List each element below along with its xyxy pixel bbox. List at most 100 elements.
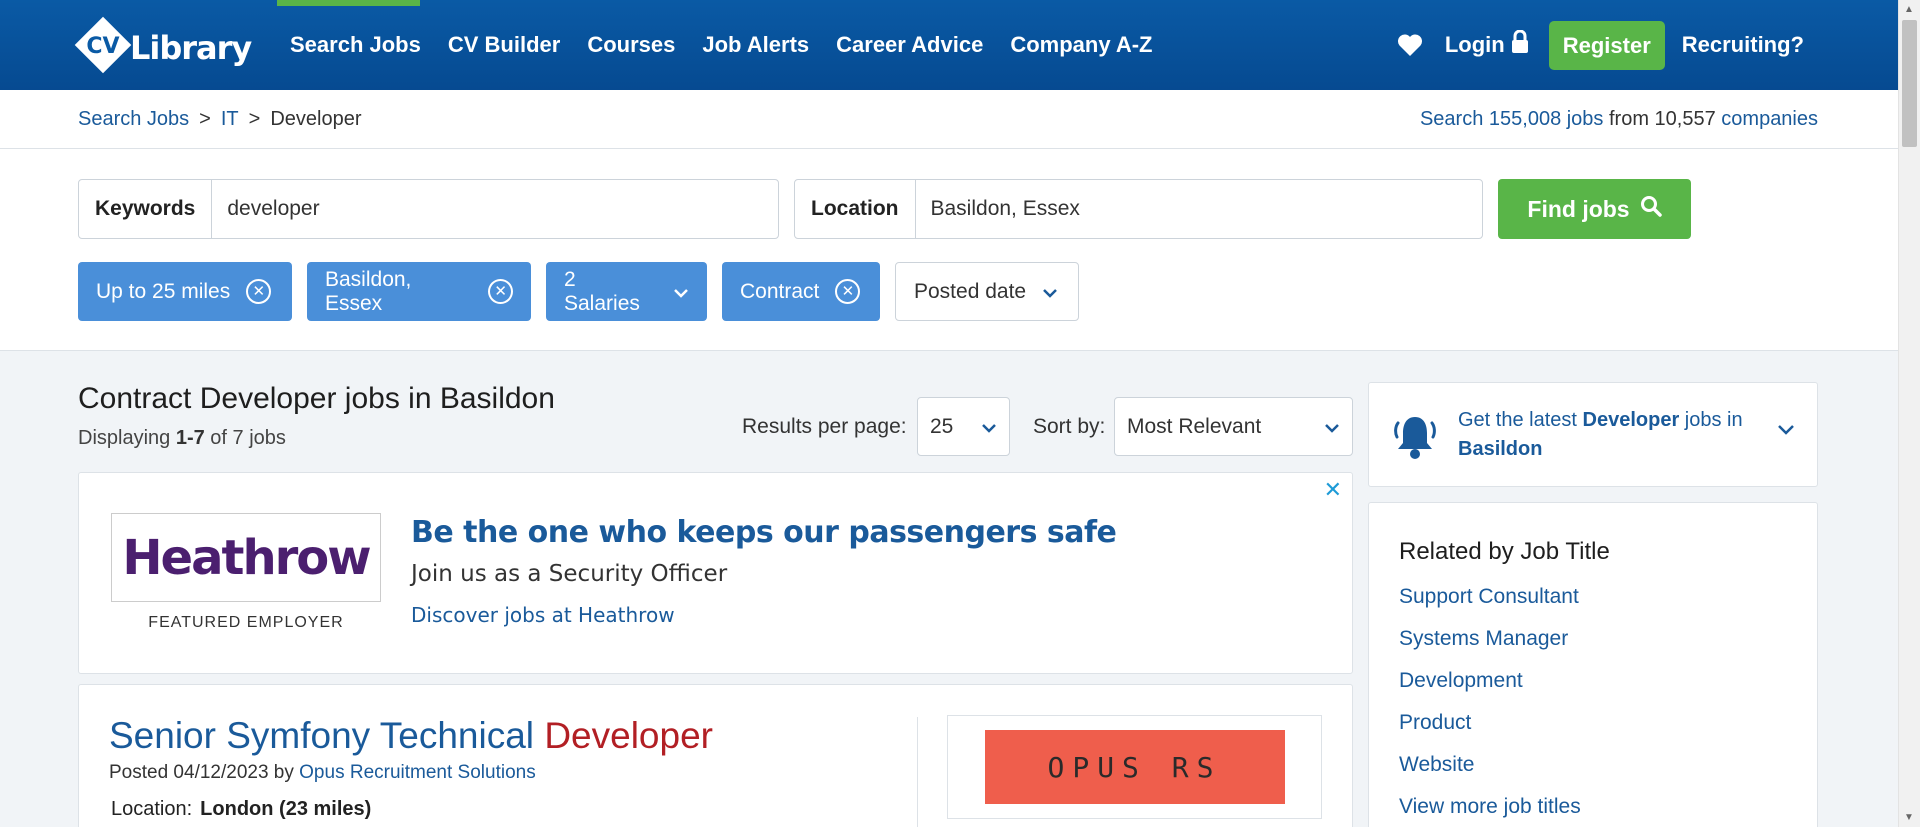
job-location: Location: London (23 miles) bbox=[111, 798, 371, 821]
nav-search-jobs[interactable]: Search Jobs bbox=[290, 32, 421, 58]
filter-chip-distance[interactable]: Up to 25 miles ✕ bbox=[78, 262, 292, 321]
employer-logo[interactable]: OPUS RS bbox=[947, 715, 1322, 819]
results-count: Displaying 1-7 of 7 jobs bbox=[78, 427, 286, 450]
related-item-support-consultant[interactable]: Support Consultant bbox=[1399, 581, 1581, 623]
nav-courses[interactable]: Courses bbox=[587, 32, 675, 58]
top-navigation-bar: CV Library Search Jobs CV Builder Course… bbox=[0, 0, 1898, 90]
keywords-field: Keywords bbox=[78, 179, 779, 239]
nav-company-a-z[interactable]: Company A-Z bbox=[1010, 32, 1152, 58]
nav-cv-builder[interactable]: CV Builder bbox=[448, 32, 560, 58]
account-nav: Login Register Recruiting? bbox=[1397, 0, 1804, 90]
related-item-view-more[interactable]: View more job titles bbox=[1399, 791, 1581, 827]
location-input[interactable] bbox=[915, 180, 1482, 238]
breadcrumb-separator: > bbox=[199, 108, 211, 130]
heathrow-logo[interactable]: Heathrow bbox=[111, 513, 381, 602]
card-divider bbox=[917, 717, 918, 827]
filter-chip-label: Up to 25 miles bbox=[96, 279, 231, 303]
location-label: Location bbox=[795, 180, 916, 238]
saved-jobs-heart-icon[interactable] bbox=[1397, 33, 1423, 57]
alert-role: Developer bbox=[1582, 409, 1680, 431]
related-item-website[interactable]: Website bbox=[1399, 749, 1581, 791]
close-ad-icon[interactable]: ✕ bbox=[1324, 477, 1342, 503]
job-card: Senior Symfony Technical Developer Poste… bbox=[78, 684, 1353, 827]
stats-jobs-link[interactable]: 155,008 jobs bbox=[1489, 108, 1604, 131]
recruiting-link[interactable]: Recruiting? bbox=[1682, 32, 1804, 58]
results-per-page-select[interactable]: 25 bbox=[917, 397, 1010, 456]
keywords-input[interactable] bbox=[212, 180, 778, 238]
alert-pre: Get the latest bbox=[1458, 409, 1583, 431]
results-per-page-value: 25 bbox=[930, 414, 954, 438]
count-range: 1-7 bbox=[175, 427, 205, 449]
job-company-link[interactable]: Opus Recruitment Solutions bbox=[299, 762, 536, 783]
login-link[interactable]: Login bbox=[1444, 29, 1529, 60]
opus-logo-text: OPUS RS bbox=[984, 730, 1285, 804]
job-title-link[interactable]: Senior Symfony Technical Developer bbox=[109, 715, 713, 757]
filter-chip-posted-date[interactable]: Posted date bbox=[895, 262, 1079, 321]
stats-companies-link[interactable]: companies bbox=[1721, 108, 1818, 131]
posted-prefix: Posted 04/12/2023 by bbox=[109, 762, 300, 783]
related-list: Support Consultant Systems Manager Devel… bbox=[1399, 581, 1581, 827]
register-button[interactable]: Register bbox=[1548, 20, 1665, 70]
featured-employer-label: FEATURED EMPLOYER bbox=[148, 614, 344, 631]
count-suffix: of 7 jobs bbox=[204, 427, 286, 449]
filter-chip-contract[interactable]: Contract ✕ bbox=[722, 262, 880, 321]
page-scrollbar[interactable]: ▲ ▼ bbox=[1898, 0, 1920, 827]
filter-chip-salaries[interactable]: 2 Salaries bbox=[546, 262, 707, 321]
chevron-down-icon bbox=[1324, 415, 1340, 439]
find-jobs-label: Find jobs bbox=[1527, 195, 1630, 222]
search-icon bbox=[1640, 195, 1662, 223]
filter-chip-label: Posted date bbox=[914, 279, 1027, 303]
scrollbar-thumb[interactable] bbox=[1902, 20, 1917, 147]
breadcrumb-search-jobs[interactable]: Search Jobs bbox=[78, 108, 189, 131]
remove-filter-icon[interactable]: ✕ bbox=[835, 279, 861, 304]
alert-mid: jobs in bbox=[1679, 409, 1743, 431]
featured-employer-ad[interactable]: ✕ Heathrow FEATURED EMPLOYER Be the one … bbox=[78, 472, 1353, 674]
breadcrumb: Search Jobs > IT > Developer bbox=[78, 90, 362, 149]
chevron-down-icon[interactable] bbox=[1777, 423, 1795, 441]
breadcrumb-it[interactable]: IT bbox=[221, 108, 239, 131]
ad-discover-link[interactable]: Discover jobs at Heathrow bbox=[411, 603, 675, 627]
svg-text:CV: CV bbox=[86, 34, 119, 59]
remove-filter-icon[interactable]: ✕ bbox=[246, 279, 272, 304]
sort-by-value: Most Relevant bbox=[1127, 414, 1262, 438]
breadcrumb-separator: > bbox=[248, 108, 261, 130]
job-location-value: London (23 miles) bbox=[200, 798, 372, 820]
scroll-up-arrow-icon[interactable]: ▲ bbox=[1904, 4, 1914, 15]
job-posted-info: Posted 04/12/2023 by Opus Recruitment So… bbox=[109, 762, 536, 784]
chevron-down-icon bbox=[1042, 280, 1058, 304]
filter-chip-label: Contract bbox=[740, 279, 820, 303]
scroll-down-arrow-icon[interactable]: ▼ bbox=[1904, 812, 1914, 823]
job-title-highlight: Developer bbox=[544, 715, 713, 756]
chevron-down-icon bbox=[673, 280, 689, 304]
find-jobs-button[interactable]: Find jobs bbox=[1498, 179, 1691, 239]
bell-icon bbox=[1393, 411, 1437, 466]
sort-by-select[interactable]: Most Relevant bbox=[1114, 397, 1353, 456]
nav-job-alerts[interactable]: Job Alerts bbox=[702, 32, 809, 58]
sort-by-label: Sort by: bbox=[1033, 415, 1106, 438]
related-item-systems-manager[interactable]: Systems Manager bbox=[1399, 623, 1581, 665]
related-item-development[interactable]: Development bbox=[1399, 665, 1581, 707]
logo-wordmark: Library bbox=[130, 29, 252, 67]
related-item-product[interactable]: Product bbox=[1399, 707, 1581, 749]
count-prefix: Displaying bbox=[78, 427, 176, 449]
alert-place: Basildon bbox=[1458, 438, 1543, 460]
nav-career-advice[interactable]: Career Advice bbox=[836, 32, 983, 58]
location-field: Location bbox=[794, 179, 1483, 239]
search-panel: Keywords Location Find jobs Up to 25 mil… bbox=[0, 149, 1898, 351]
chevron-down-icon bbox=[981, 415, 997, 439]
remove-filter-icon[interactable]: ✕ bbox=[488, 279, 513, 304]
keywords-label: Keywords bbox=[79, 180, 213, 238]
breadcrumb-current: Developer bbox=[270, 108, 362, 130]
cv-library-logo[interactable]: CV Library bbox=[72, 13, 252, 77]
job-alert-text: Get the latest Developer jobs in Basildo… bbox=[1458, 406, 1778, 464]
ad-headline[interactable]: Be the one who keeps our passengers safe bbox=[411, 515, 1117, 550]
filter-chip-label: Basildon, Essex bbox=[325, 267, 412, 315]
heathrow-logo-text: Heathrow bbox=[122, 529, 371, 586]
job-title-main: Senior Symfony Technical bbox=[109, 715, 545, 756]
login-label: Login bbox=[1444, 32, 1505, 57]
job-alert-box[interactable]: Get the latest Developer jobs in Basildo… bbox=[1368, 382, 1818, 487]
related-job-titles: Related by Job Title Support Consultant … bbox=[1368, 502, 1818, 827]
filter-chip-location[interactable]: Basildon, Essex ✕ bbox=[307, 262, 531, 321]
stats-search-prefix[interactable]: Search bbox=[1420, 108, 1489, 131]
site-stats: Search 155,008 jobs from 10,557 companie… bbox=[1420, 90, 1818, 149]
